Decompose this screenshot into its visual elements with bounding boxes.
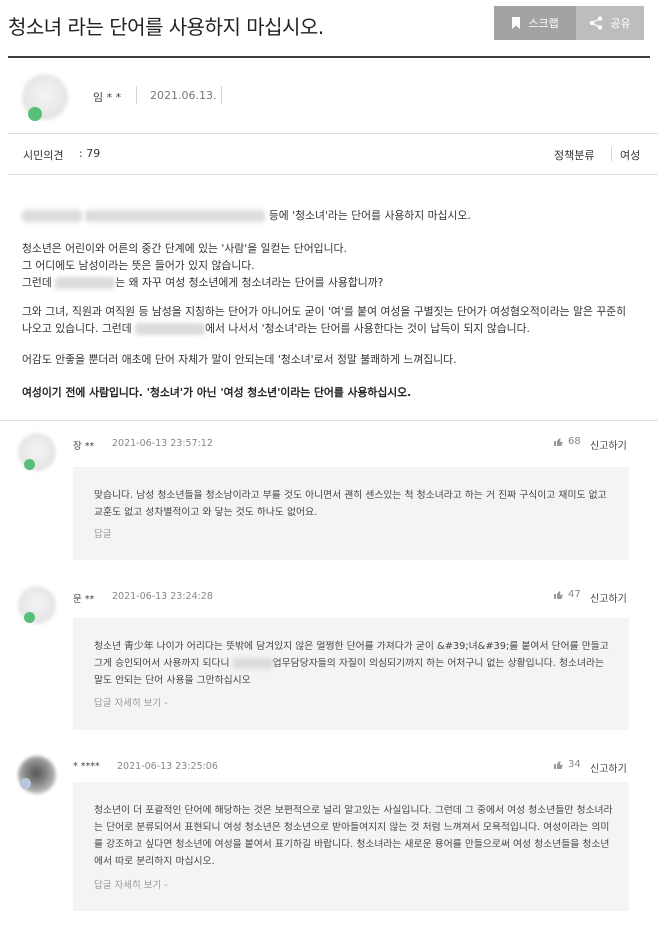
author-avatar — [22, 74, 72, 122]
commenter-name: 문 ** — [73, 594, 95, 605]
share-icon — [590, 16, 603, 30]
share-button[interactable]: 공유 — [576, 6, 644, 40]
opinion-label: 시민의견 — [23, 149, 64, 162]
redacted-text — [135, 323, 206, 335]
comment-body: 청소년 靑少年 나이가 어리다는 뜻밖에 담겨있지 않은 멀쩡한 단어를 가져다… — [73, 618, 629, 730]
page-title: 청소녀 라는 단어를 사용하지 마십시오. — [8, 15, 324, 39]
online-status-dot — [24, 612, 35, 623]
redacted-text — [232, 657, 273, 669]
post-paragraph: 어감도 안좋을 뿐더러 애초에 단어 자체가 말이 안되는데 '청소녀'로서 정… — [22, 353, 457, 366]
scrap-button[interactable]: 스크랩 — [494, 6, 576, 40]
share-label: 공유 — [610, 17, 631, 30]
like-count: 34 — [568, 759, 581, 770]
author-name: 임 * * — [93, 91, 122, 104]
thumbs-up-icon — [554, 438, 563, 446]
paragraph-line: 그 어디에도 남성이라는 뜻은 들어가 있지 않습니다. — [22, 259, 255, 272]
online-status-dot — [24, 459, 35, 470]
thumbs-up-icon — [554, 591, 563, 599]
section-divider — [0, 420, 658, 421]
commenter-name: * **** — [73, 761, 100, 772]
paragraph-text: 등에 '청소녀'라는 단어를 사용하지 마십시오. — [268, 209, 471, 222]
comment-body: 맞습니다. 남성 청소년들을 청소남이라고 부를 것도 아니면서 괜히 센스있는… — [73, 467, 629, 560]
action-buttons: 스크랩 공유 — [494, 6, 644, 40]
title-bar: 청소녀 라는 단어를 사용하지 마십시오. 스크랩 공유 — [0, 0, 658, 58]
category-label: 정책분류 — [554, 149, 595, 162]
report-button[interactable]: 신고하기 — [590, 437, 627, 452]
author-row: 임 * * 2021.06.13. — [0, 62, 658, 132]
paragraph-text: 에서 나서서 '청소녀'라는 단어를 사용한다는 것이 납득이 되지 않습니다. — [205, 322, 530, 335]
paragraph-line: 그런데 는 왜 자꾸 여성 청소년에게 청소녀라는 단어를 사용합니까? — [22, 274, 636, 291]
like-count: 68 — [568, 436, 581, 447]
like-button[interactable]: 34 — [553, 759, 581, 770]
post-date: 2021.06.13. — [150, 89, 217, 102]
status-dot — [20, 778, 31, 789]
comment-date: 2021-06-13 23:57:12 — [112, 438, 213, 449]
comment-date: 2021-06-13 23:24:28 — [112, 591, 213, 602]
post-paragraph: 그와 그녀, 직원과 여직원 등 남성을 지칭하는 단어가 아니어도 굳이 '여… — [22, 303, 636, 337]
redacted-text — [85, 210, 266, 222]
post-paragraph: 청소년은 어린이와 어른의 중간 단계에 있는 '사람'을 일컫는 단어입니다.… — [22, 240, 636, 291]
redacted-text — [55, 277, 116, 289]
like-button[interactable]: 68 — [553, 436, 581, 447]
comment-date: 2021-06-13 23:25:06 — [117, 761, 218, 772]
reply-link[interactable]: 답글 자세히 보기 - — [94, 877, 168, 891]
comment-body: 청소년이 더 포괄적인 단어에 해당하는 것은 보편적으로 널리 알고있는 사실… — [73, 782, 629, 911]
commenter-name: 장 ** — [73, 441, 95, 452]
post-paragraph-emphasis: 여성이기 전에 사람입니다. '청소녀'가 아닌 '여성 청소년'이라는 단어를… — [22, 386, 412, 399]
like-button[interactable]: 47 — [553, 589, 581, 600]
report-button[interactable]: 신고하기 — [590, 590, 627, 605]
online-status-dot — [28, 107, 42, 121]
thumbs-up-icon — [554, 761, 563, 769]
reply-link[interactable]: 답글 — [94, 526, 111, 540]
paragraph-line: 청소년은 어린이와 어른의 중간 단계에 있는 '사람'을 일컫는 단어입니다. — [22, 242, 347, 255]
title-underline — [8, 56, 650, 58]
like-count: 47 — [568, 589, 581, 600]
category-value: 여성 — [620, 149, 641, 162]
comment-text: 청소년이 더 포괄적인 단어에 해당하는 것은 보편적으로 널리 알고있는 사실… — [94, 805, 613, 867]
paragraph-text: 는 왜 자꾸 여성 청소년에게 청소녀라는 단어를 사용합니까? — [115, 276, 384, 289]
redacted-text — [22, 210, 82, 222]
divider — [611, 147, 612, 161]
scrap-label: 스크랩 — [528, 17, 559, 30]
comment-text: 청소년 靑少年 나이가 어리다는 뜻밖에 담겨있지 않은 멀쩡한 단어를 가져다… — [94, 638, 614, 689]
report-button[interactable]: 신고하기 — [590, 760, 627, 775]
post-meta-bar: 시민의견 : 79 정책분류 여성 — [8, 133, 658, 175]
reply-link[interactable]: 답글 자세히 보기 - — [94, 695, 168, 709]
paragraph-text: 그런데 — [22, 276, 52, 289]
bookmark-icon — [512, 17, 521, 29]
divider — [221, 86, 222, 104]
comment-text: 맞습니다. 남성 청소년들을 청소남이라고 부를 것도 아니면서 괜히 센스있는… — [94, 490, 607, 518]
opinion-count: : 79 — [79, 147, 101, 160]
divider — [136, 86, 137, 104]
post-paragraph: 등에 '청소녀'라는 단어를 사용하지 마십시오. — [22, 207, 636, 224]
